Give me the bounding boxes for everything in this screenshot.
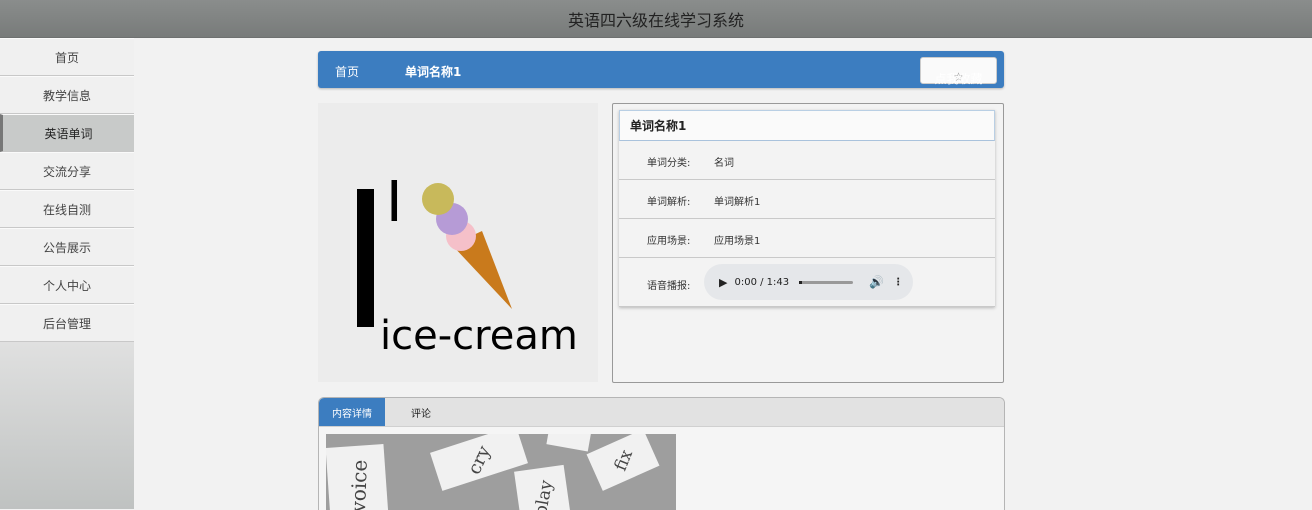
detail-row-category: 单词分类: 名词 (619, 141, 995, 180)
content-photo: voice cry play fix (325, 422, 676, 510)
detail-value: 应用场景1 (714, 236, 761, 247)
breadcrumb-home-link[interactable]: 首页 (335, 63, 359, 80)
word-image-caption: ice-cream (380, 313, 578, 359)
sidebar-item-label: 交流分享 (42, 164, 91, 179)
sidebar-nav: 首页 教学信息 英语单词 交流分享 在线自测 公告展示 个人中心 后台管理 (0, 38, 134, 509)
tab-bar: 内容详情 评论 (319, 398, 1004, 427)
sidebar-item-self-test[interactable]: 在线自测 (0, 190, 134, 228)
breadcrumb-current: 单词名称1 (405, 65, 462, 79)
detail-value: 单词解析1 (714, 197, 761, 208)
sidebar-item-label: 个人中心 (42, 278, 91, 293)
detail-label: 单词解析: (647, 197, 691, 208)
favorite-button[interactable]: ☆ 点我收藏 (920, 57, 997, 86)
sidebar-item-label: 首页 (54, 50, 79, 65)
word-detail-card: 单词名称1 单词分类: 名词 单词解析: 单词解析1 应用场景: 应用场景1 语… (619, 110, 995, 307)
favorite-button-label: 点我收藏 (934, 72, 983, 86)
detail-row-audio: 语音播报: ▶ 0:00 / 1:43 🔊 ⋮ (619, 258, 995, 307)
play-icon[interactable]: ▶ (719, 276, 727, 289)
sidebar-item-home[interactable]: 首页 (0, 38, 134, 76)
sidebar-item-label: 后台管理 (42, 316, 91, 331)
audio-progress-fill (799, 280, 803, 284)
sidebar-item-label: 公告展示 (42, 240, 91, 255)
detail-label: 单词分类: (647, 158, 691, 169)
detail-row-scenario: 应用场景: 应用场景1 (619, 219, 995, 258)
sidebar-item-personal-center[interactable]: 个人中心 (0, 266, 134, 304)
sidebar-item-english-words[interactable]: 英语单词 (0, 114, 134, 152)
word-detail-title: 单词名称1 (619, 110, 995, 141)
app-header: 英语四六级在线学习系统 (0, 0, 1312, 38)
sidebar-item-teaching-info[interactable]: 教学信息 (0, 76, 134, 114)
sidebar-item-label: 英语单词 (44, 126, 93, 141)
volume-icon[interactable]: 🔊 (869, 275, 884, 289)
sidebar-item-announcements[interactable]: 公告展示 (0, 228, 134, 266)
detail-row-analysis: 单词解析: 单词解析1 (619, 180, 995, 219)
word-image-letter: I (386, 170, 403, 235)
sidebar-item-sharing[interactable]: 交流分享 (0, 152, 134, 190)
audio-player[interactable]: ▶ 0:00 / 1:43 🔊 ⋮ (704, 264, 913, 300)
tab-comments[interactable]: 评论 (397, 398, 445, 426)
word-detail-panel: 单词名称1 单词分类: 名词 单词解析: 单词解析1 应用场景: 应用场景1 语… (612, 103, 1004, 383)
tile-voice-text: voice (346, 459, 372, 510)
content-tabs: 内容详情 评论 voice cry play fix (318, 397, 1005, 510)
letter-bar-shape (357, 189, 374, 327)
word-tiles-photo: voice cry play fix (325, 422, 676, 510)
more-options-icon[interactable]: ⋮ (893, 277, 903, 288)
word-image: I ice-cream (318, 103, 598, 382)
scoop-yellow-shape (422, 183, 454, 215)
audio-progress-bar[interactable] (799, 280, 854, 284)
sidebar-item-label: 教学信息 (42, 88, 91, 103)
detail-value: 名词 (714, 158, 734, 169)
tab-content-details[interactable]: 内容详情 (319, 398, 385, 426)
sidebar-item-admin[interactable]: 后台管理 (0, 304, 134, 342)
app-title: 英语四六级在线学习系统 (567, 10, 744, 30)
detail-label: 应用场景: (647, 236, 691, 247)
audio-time: 0:00 / 1:43 (734, 276, 790, 288)
ice-cream-illustration: I ice-cream (357, 170, 578, 359)
sidebar-item-label: 在线自测 (42, 202, 91, 217)
breadcrumb: 首页 单词名称1 ☆ 点我收藏 (318, 51, 1004, 88)
detail-label: 语音播报: (647, 281, 691, 292)
